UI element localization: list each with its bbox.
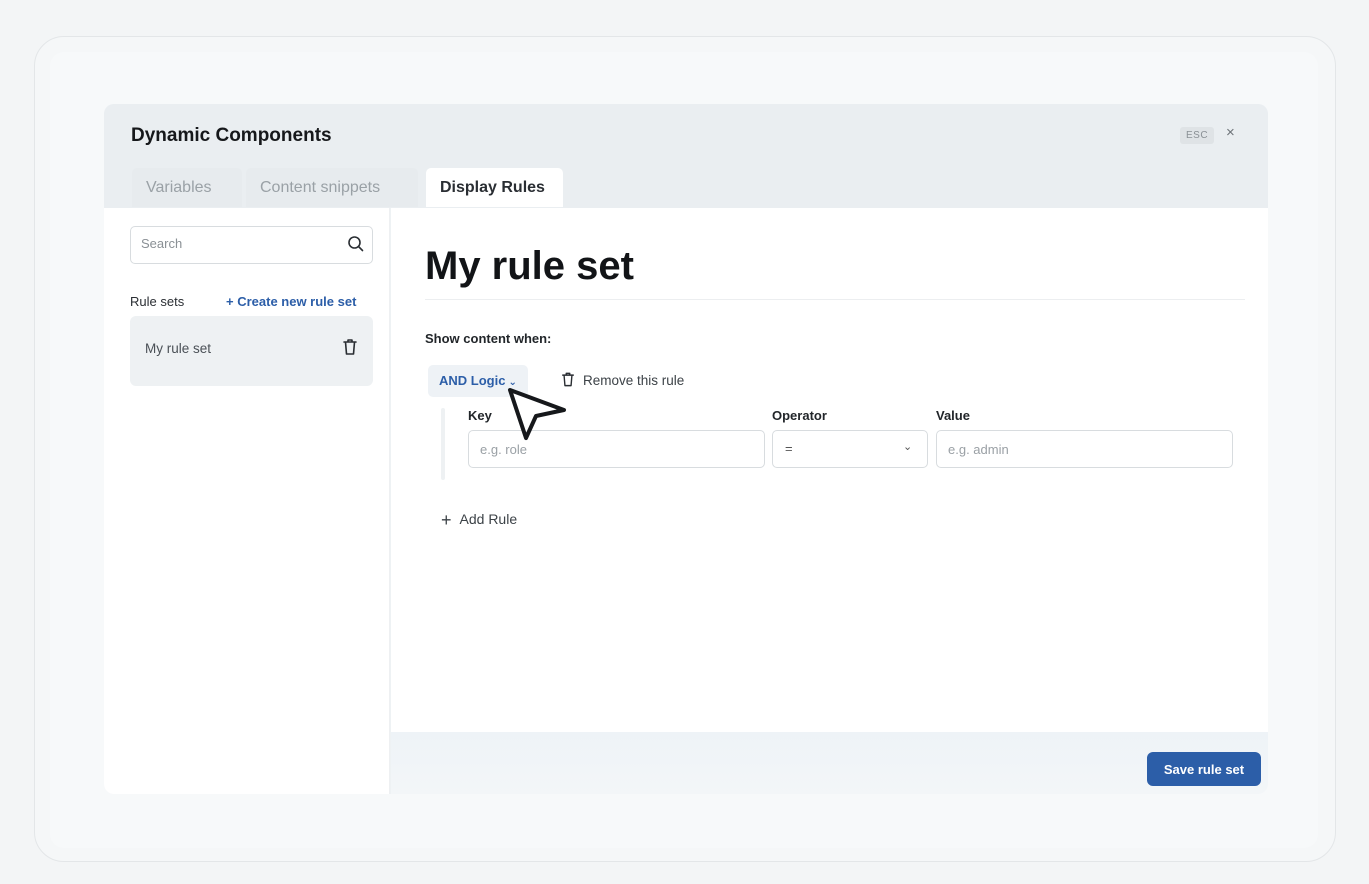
show-content-when-label: Show content when: xyxy=(425,331,552,346)
cursor-pointer-icon xyxy=(508,388,566,440)
trash-icon[interactable] xyxy=(342,338,358,356)
modal-footer xyxy=(391,732,1268,794)
logic-label: AND Logic xyxy=(439,373,506,388)
tab-variables[interactable]: Variables xyxy=(132,168,242,207)
rule-group-indicator xyxy=(441,408,445,480)
remove-rule-button[interactable]: Remove this rule xyxy=(561,371,684,388)
value-label: Value xyxy=(936,408,970,423)
chevron-down-icon: ⌄ xyxy=(903,441,913,453)
operator-select[interactable]: = ⌄ xyxy=(772,430,928,468)
tab-content-snippets[interactable]: Content snippets xyxy=(246,168,418,207)
close-icon[interactable]: × xyxy=(1226,124,1235,141)
save-rule-set-button[interactable]: Save rule set xyxy=(1147,752,1261,786)
remove-rule-label: Remove this rule xyxy=(583,373,685,388)
ruleset-name: My rule set xyxy=(145,341,212,356)
key-label: Key xyxy=(468,408,492,423)
main-panel: My rule set Show content when: AND Logic… xyxy=(391,208,1268,794)
tab-display-rules[interactable]: Display Rules xyxy=(426,168,563,207)
modal-header: Dynamic Components ESC × Variables Conte… xyxy=(104,104,1268,208)
add-rule-label: Add Rule xyxy=(459,511,518,527)
search-box xyxy=(130,226,373,264)
operator-value: = xyxy=(785,441,793,456)
dynamic-components-modal: Dynamic Components ESC × Variables Conte… xyxy=(104,104,1268,794)
create-rule-set-link[interactable]: + Create new rule set xyxy=(226,294,356,309)
sidebar: Rule sets + Create new rule set My rule … xyxy=(104,208,390,794)
add-rule-button[interactable]: + Add Rule xyxy=(441,510,517,531)
plus-icon: + xyxy=(441,510,452,530)
search-input[interactable] xyxy=(141,236,331,251)
value-input[interactable] xyxy=(936,430,1233,468)
esc-badge: ESC xyxy=(1180,127,1215,144)
operator-label: Operator xyxy=(772,408,827,423)
rulesets-label: Rule sets xyxy=(130,294,185,309)
modal-title: Dynamic Components xyxy=(131,125,332,146)
title-divider xyxy=(425,299,1245,300)
search-icon[interactable] xyxy=(347,235,365,253)
page-title: My rule set xyxy=(425,244,634,288)
ruleset-item[interactable]: My rule set xyxy=(130,316,373,386)
